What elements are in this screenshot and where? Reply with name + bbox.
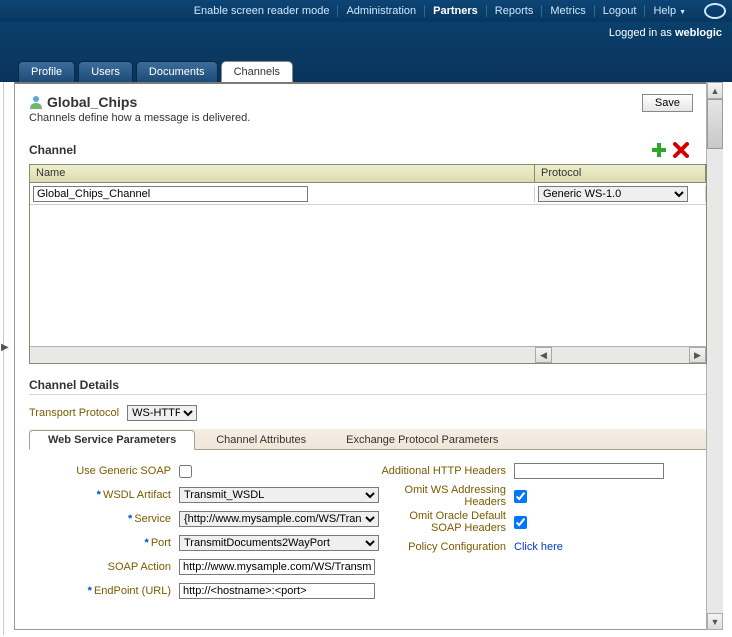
- port-label: *Port: [29, 537, 179, 549]
- service-label: *Service: [29, 513, 179, 525]
- scroll-down-icon[interactable]: ▼: [707, 613, 723, 630]
- scroll-thumb[interactable]: [707, 99, 723, 149]
- tab-users[interactable]: Users: [78, 61, 133, 82]
- soap-action-label: SOAP Action: [29, 561, 179, 573]
- save-button[interactable]: Save: [642, 94, 693, 112]
- channel-details-title: Channel Details: [29, 378, 707, 395]
- generic-soap-checkbox[interactable]: [179, 465, 192, 478]
- grid-horizontal-scrollbar[interactable]: ◀ ▶: [30, 346, 706, 363]
- main-tabs: Profile Users Documents Channels: [18, 61, 296, 82]
- channel-name-input[interactable]: [33, 186, 308, 202]
- table-row[interactable]: Generic WS-1.0: [30, 183, 706, 205]
- subtab-channel-attrs[interactable]: Channel Attributes: [197, 430, 325, 449]
- logged-in-text: Logged in as weblogic: [609, 27, 722, 39]
- vertical-scrollbar[interactable]: ▲ ▼: [706, 82, 723, 630]
- col-header-protocol[interactable]: Protocol: [535, 165, 706, 182]
- scroll-up-icon[interactable]: ▲: [707, 82, 723, 99]
- scroll-right-icon[interactable]: ▶: [689, 347, 706, 363]
- scroll-left-icon[interactable]: ◀: [535, 347, 552, 363]
- http-headers-label: Additional HTTP Headers: [379, 465, 514, 477]
- partner-icon: [29, 95, 43, 109]
- transport-protocol-label: Transport Protocol: [29, 407, 119, 419]
- policy-config-link[interactable]: Click here: [514, 541, 563, 553]
- endpoint-label: *EndPoint (URL): [29, 585, 179, 597]
- top-nav: [0, 0, 732, 24]
- channel-grid: Name Protocol Generic WS-1.0 ◀ ▶: [29, 164, 707, 364]
- channel-section-title: Channel: [29, 143, 76, 157]
- subtab-exchange-params[interactable]: Exchange Protocol Parameters: [327, 430, 517, 449]
- policy-config-label: Policy Configuration: [379, 541, 514, 553]
- http-headers-input[interactable]: [514, 463, 664, 479]
- wsdl-artifact-select[interactable]: Transmit_WSDL: [179, 487, 379, 503]
- content-panel: ▲ ▼ Global_Chips Save Channels define ho…: [14, 82, 722, 630]
- subtab-ws-params[interactable]: Web Service Parameters: [29, 430, 195, 450]
- delete-icon[interactable]: [673, 142, 689, 158]
- omit-oracle-label: Omit Oracle Default SOAP Headers: [379, 510, 514, 534]
- endpoint-input[interactable]: [179, 583, 375, 599]
- generic-soap-label: Use Generic SOAP: [29, 465, 179, 477]
- tab-channels[interactable]: Channels: [221, 61, 293, 82]
- soap-action-input[interactable]: [179, 559, 375, 575]
- port-select[interactable]: TransmitDocuments2WayPort: [179, 535, 379, 551]
- omit-oracle-checkbox[interactable]: [514, 516, 527, 529]
- detail-subtabs: Web Service Parameters Channel Attribute…: [29, 429, 707, 450]
- tab-documents[interactable]: Documents: [136, 61, 218, 82]
- page-subtitle: Channels define how a message is deliver…: [29, 112, 707, 124]
- channel-protocol-select[interactable]: Generic WS-1.0: [538, 186, 688, 202]
- service-select[interactable]: {http://www.mysample.com/WS/TransmitDocu…: [179, 511, 379, 527]
- add-icon[interactable]: [651, 142, 667, 158]
- col-header-name[interactable]: Name: [30, 165, 535, 182]
- page-title: Global_Chips: [47, 94, 137, 110]
- transport-protocol-select[interactable]: WS-HTTP: [127, 405, 197, 421]
- omit-wsa-checkbox[interactable]: [514, 490, 527, 503]
- sub-header: Logged in as weblogic Profile Users Docu…: [0, 22, 732, 82]
- expand-handle-icon[interactable]: ▶: [1, 342, 9, 353]
- tab-profile[interactable]: Profile: [18, 61, 75, 82]
- wsdl-artifact-label: *WSDL Artifact: [29, 489, 179, 501]
- omit-wsa-label: Omit WS Addressing Headers: [379, 484, 514, 508]
